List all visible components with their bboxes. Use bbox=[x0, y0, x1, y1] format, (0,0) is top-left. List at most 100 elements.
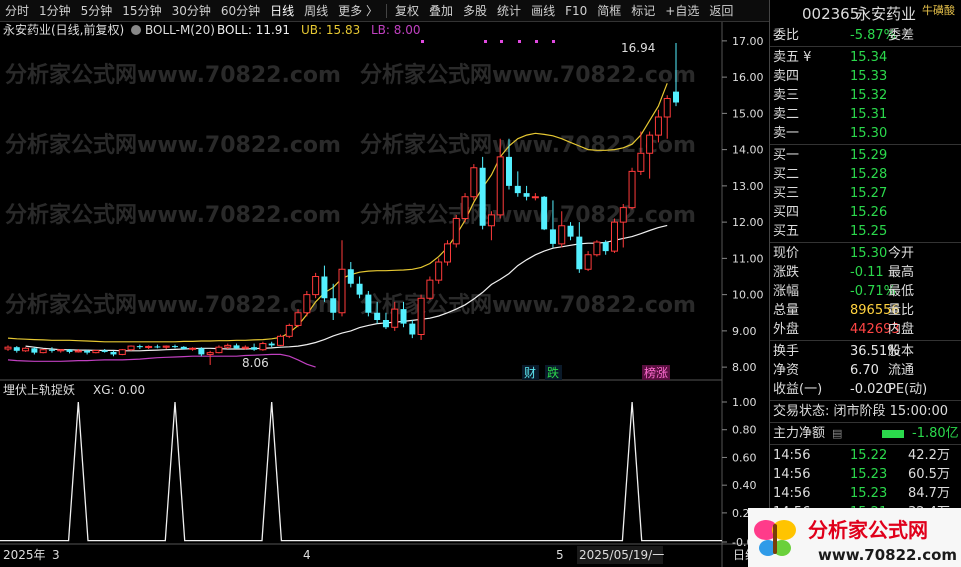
stock-terminal: 分时 1分钟 5分钟 15分钟 30分钟 60分钟 日线 周线 更多 〉复权 叠加 多股 统计 画线 F1… bbox=[0, 0, 961, 567]
event-badge[interactable]: 跌 bbox=[545, 365, 562, 380]
toolbar-item-14[interactable]: F10 bbox=[560, 0, 592, 21]
candle[interactable] bbox=[189, 347, 197, 351]
candle[interactable] bbox=[57, 349, 65, 353]
candle[interactable] bbox=[198, 347, 205, 357]
divider bbox=[770, 422, 961, 423]
toolbar-item-0[interactable]: 分时 bbox=[0, 0, 34, 21]
candle[interactable] bbox=[39, 349, 47, 354]
xg-value: XG: 0.00 bbox=[93, 383, 145, 397]
kline-chart[interactable]: 分析家公式网www.70822.com 分析家公式网www.70822.com 分析… bbox=[0, 22, 769, 567]
candle[interactable] bbox=[268, 341, 275, 348]
candle[interactable] bbox=[461, 193, 469, 223]
toolbar-item-8[interactable]: 更多 〉 bbox=[333, 0, 383, 21]
candle[interactable] bbox=[584, 251, 592, 272]
candle[interactable] bbox=[593, 240, 601, 257]
toolbar-item-13[interactable]: 画线 bbox=[526, 0, 560, 21]
candle[interactable] bbox=[251, 343, 258, 351]
tick-t: 14:56 bbox=[773, 486, 811, 501]
candle[interactable] bbox=[31, 347, 38, 355]
toolbar-item-12[interactable]: 统计 bbox=[492, 0, 526, 21]
toolbar-item-4[interactable]: 30分钟 bbox=[167, 0, 216, 21]
candle[interactable] bbox=[172, 344, 178, 349]
toolbar-item-3[interactable]: 15分钟 bbox=[117, 0, 166, 21]
candle[interactable] bbox=[576, 222, 583, 273]
candle[interactable] bbox=[531, 193, 539, 201]
candle-body bbox=[233, 345, 240, 349]
candle-body bbox=[610, 221, 618, 252]
candle[interactable] bbox=[233, 343, 240, 349]
candle[interactable] bbox=[338, 240, 346, 317]
candle[interactable] bbox=[365, 291, 372, 317]
candle[interactable] bbox=[347, 262, 354, 288]
candle[interactable] bbox=[224, 343, 232, 349]
toolbar-item-6[interactable]: 日线 bbox=[265, 0, 299, 21]
candle[interactable] bbox=[259, 341, 267, 351]
candle[interactable] bbox=[162, 345, 170, 349]
dropdown-icon[interactable] bbox=[131, 25, 141, 35]
list-icon[interactable]: ▤ bbox=[832, 424, 842, 443]
stat2-row-label: 净资 bbox=[773, 363, 800, 378]
candle[interactable] bbox=[215, 345, 223, 354]
candle[interactable] bbox=[426, 276, 434, 301]
candle[interactable] bbox=[136, 344, 143, 349]
candle[interactable] bbox=[479, 156, 486, 230]
sub-title: 埋伏上轨捉妖 bbox=[3, 382, 75, 397]
ask-row-label: 卖二 bbox=[773, 107, 800, 122]
price-tick-label: 11.00 bbox=[732, 252, 764, 265]
candle[interactable] bbox=[435, 258, 443, 284]
candle[interactable] bbox=[443, 240, 451, 266]
candle[interactable] bbox=[92, 349, 100, 354]
indicator-name[interactable]: BOLL-M(20) bbox=[145, 23, 215, 37]
toolbar-item-9[interactable]: 复权 bbox=[390, 0, 424, 21]
candle[interactable] bbox=[628, 167, 636, 210]
candle[interactable] bbox=[206, 350, 214, 365]
candle[interactable] bbox=[470, 164, 478, 201]
mainflow-row[interactable]: 主力净额 ▤ -1.80亿 bbox=[770, 424, 961, 443]
candle[interactable] bbox=[312, 272, 320, 299]
toolbar-item-1[interactable]: 1分钟 bbox=[34, 0, 76, 21]
event-badge[interactable]: 榜涨 bbox=[642, 365, 670, 380]
watermark-text: 分析家公式网www.70822.com bbox=[5, 62, 341, 88]
concept-tag[interactable]: 牛磺酸 bbox=[922, 1, 955, 20]
price-tick-label: 15.00 bbox=[732, 107, 764, 120]
candle[interactable] bbox=[48, 347, 55, 353]
candle[interactable] bbox=[4, 345, 12, 351]
ask-row: 卖五 ¥ 15.34 bbox=[770, 48, 961, 67]
toolbar-item-18[interactable]: 返回 bbox=[704, 0, 738, 21]
candle-body bbox=[145, 345, 153, 348]
candle[interactable] bbox=[610, 218, 618, 253]
price-tick-label: 14.00 bbox=[732, 144, 764, 157]
candle[interactable] bbox=[541, 196, 548, 231]
toolbar-item-15[interactable]: 简框 bbox=[592, 0, 626, 21]
toolbar-item-2[interactable]: 5分钟 bbox=[76, 0, 118, 21]
toolbar-item-5[interactable]: 60分钟 bbox=[216, 0, 265, 21]
candle[interactable] bbox=[154, 344, 161, 349]
candle[interactable] bbox=[110, 350, 117, 357]
candle[interactable] bbox=[409, 320, 416, 339]
toolbar-item-10[interactable]: 叠加 bbox=[424, 0, 458, 21]
candle[interactable] bbox=[276, 334, 284, 347]
candle-body bbox=[162, 345, 170, 348]
candle[interactable] bbox=[13, 346, 20, 353]
event-badge[interactable]: 财 bbox=[522, 365, 539, 380]
candle[interactable] bbox=[523, 185, 530, 201]
toolbar-item-7[interactable]: 周线 bbox=[299, 0, 333, 21]
candle[interactable] bbox=[487, 211, 495, 241]
candle[interactable] bbox=[145, 345, 153, 349]
toolbar-item-11[interactable]: 多股 bbox=[458, 0, 492, 21]
candle[interactable] bbox=[417, 294, 425, 340]
candle[interactable] bbox=[101, 349, 108, 353]
candle[interactable] bbox=[452, 214, 460, 248]
candle[interactable] bbox=[321, 265, 328, 302]
candle[interactable] bbox=[303, 291, 311, 317]
candle[interactable] bbox=[514, 171, 521, 197]
toolbar-item-16[interactable]: 标记 bbox=[626, 0, 660, 21]
candle[interactable] bbox=[22, 347, 30, 352]
stat-row-right-label: 最低 bbox=[888, 284, 915, 299]
candle[interactable] bbox=[127, 345, 135, 351]
toolbar-item-17[interactable]: +自选 bbox=[660, 0, 704, 21]
candle[interactable] bbox=[118, 349, 126, 356]
trade-status-text: 交易状态: 闭市阶段 15:00:00 bbox=[773, 404, 949, 419]
candle[interactable] bbox=[602, 240, 609, 255]
candle[interactable] bbox=[285, 323, 293, 339]
